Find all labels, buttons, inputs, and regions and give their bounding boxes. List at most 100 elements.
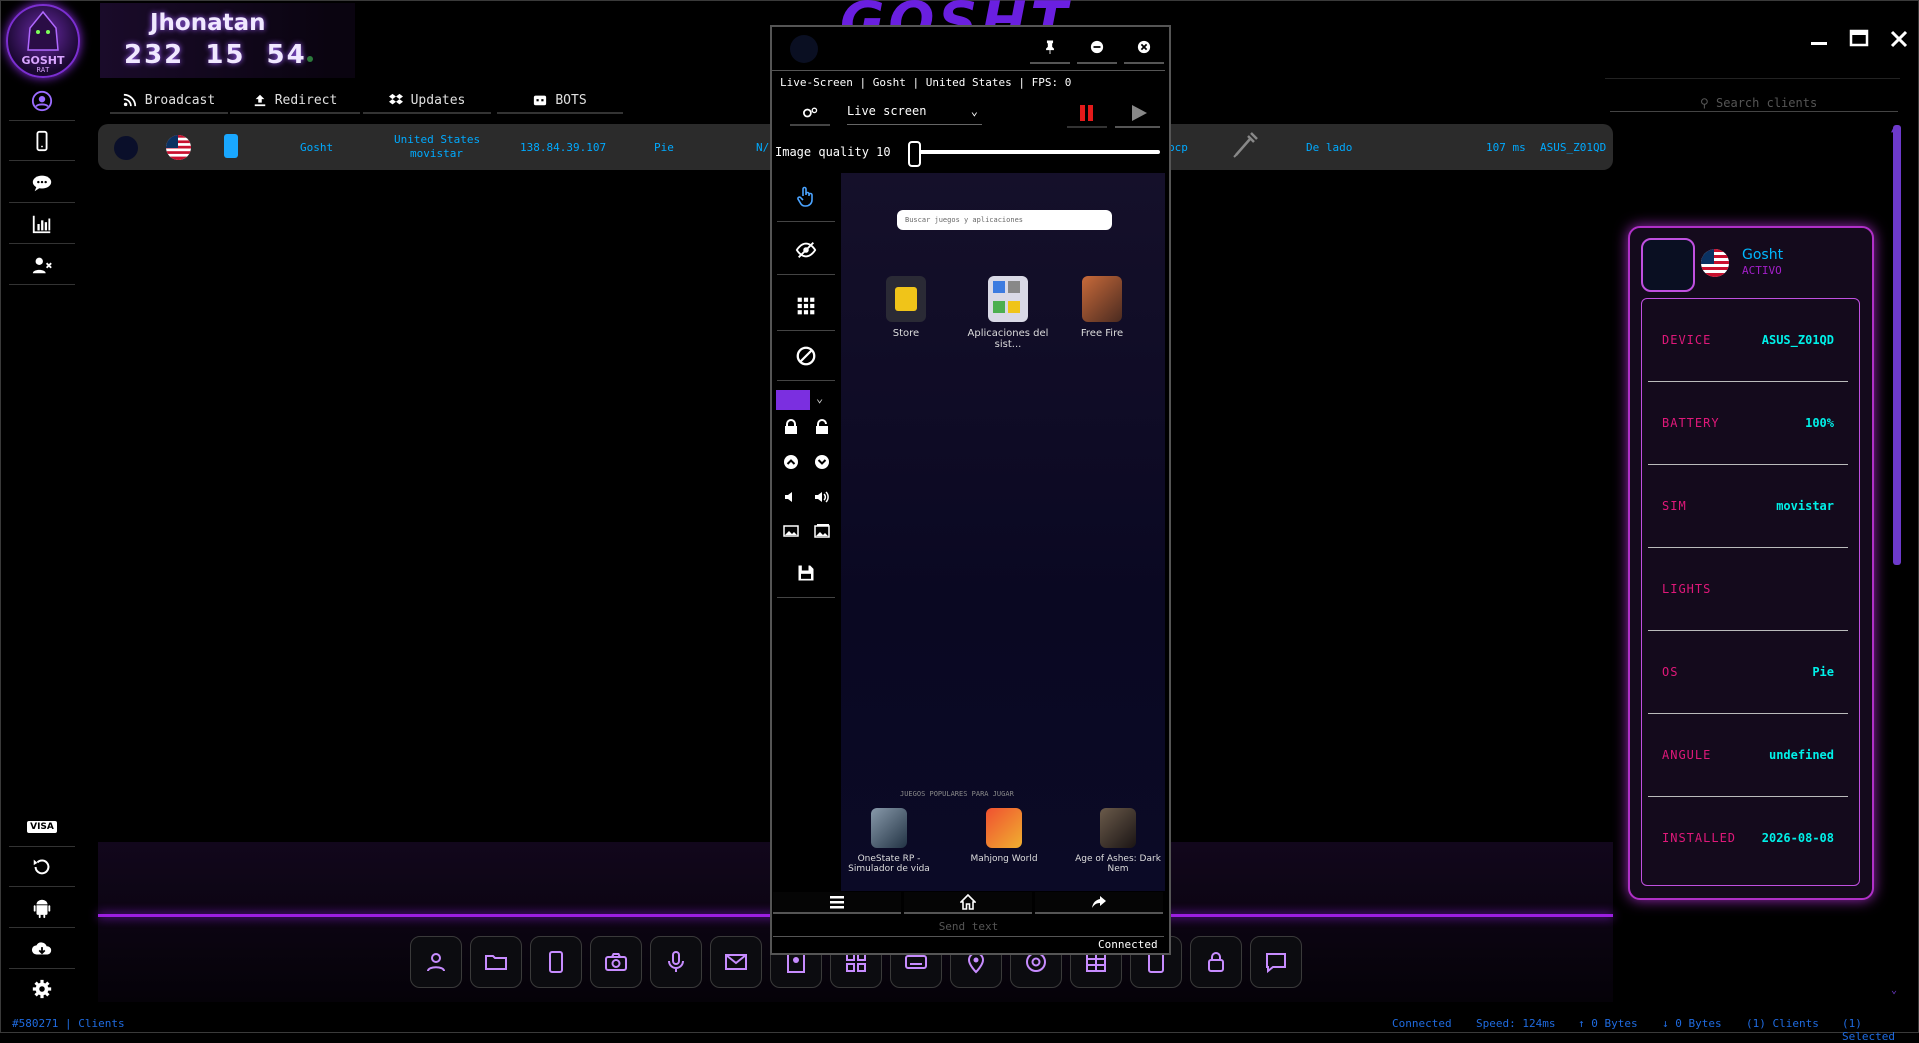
pause-button[interactable] [1067,100,1107,128]
app-age-of-ashes[interactable]: Age of Ashes: Dark Nem [1072,808,1164,874]
search-input[interactable]: ⚲ Search clients [1700,96,1817,110]
pointer-hand-icon [797,186,813,207]
live-mode-value: Live screen [847,104,927,118]
detail-sim: SIM movistar [1648,464,1848,548]
sidebar-item-payments[interactable]: VISA [9,808,75,847]
tool-files[interactable] [470,936,522,988]
device-card-name: Gosht [1742,247,1784,263]
wallpaper-button[interactable] [778,518,804,544]
lock-icon [785,419,797,434]
tool-lock[interactable] [1190,936,1242,988]
app-label: Store [892,328,920,339]
lock-screen-button[interactable] [778,414,804,440]
close-button[interactable] [1888,28,1910,50]
hamburger-icon [830,896,844,909]
scroll-down-icon[interactable]: ⌄ [1891,985,1897,996]
hide-screen-button[interactable] [777,226,835,275]
play-button[interactable] [1115,100,1160,128]
detail-key: INSTALLED [1662,831,1737,845]
mail-icon [725,954,747,970]
tab-bots[interactable]: BOTS [497,88,623,114]
tool-microphone[interactable] [650,936,702,988]
sidebar-item-devices[interactable] [9,122,75,161]
volume-up-button[interactable] [809,484,835,510]
phone-icon [36,130,48,152]
app-onestate[interactable]: OneState RP - Simulador de vida [843,808,935,874]
sidebar-item-cloud-download[interactable] [9,930,75,969]
app-store[interactable]: Store [866,276,946,339]
chevron-up-circle-icon [784,455,798,469]
sidebar-item-settings[interactable] [9,970,75,1008]
live-connection-status: Connected [1098,938,1158,951]
mic-icon [668,951,684,972]
phone-icon [549,951,563,973]
volume-down-button[interactable] [778,484,804,510]
live-settings-button[interactable] [790,102,830,126]
image-quality-slider[interactable] [908,150,1160,154]
app-label: Mahjong World [970,854,1038,864]
live-close-button[interactable] [1124,32,1164,64]
tab-bots-label: BOTS [555,92,587,108]
block-button[interactable] [777,332,835,381]
chevron-down-icon[interactable]: ⌄ [816,391,823,405]
phone-home-button[interactable] [904,892,1032,914]
sidebar-item-android[interactable] [9,889,75,928]
live-mode-select[interactable]: Live screen ⌄ [847,104,982,125]
tab-updates[interactable]: Updates [363,88,491,114]
send-text-input[interactable]: Send text [773,918,1164,937]
tool-camera[interactable] [590,936,642,988]
scroll-down-button[interactable] [809,449,835,475]
screenshot-button[interactable] [809,518,835,544]
live-minimize-button[interactable] [1077,32,1117,64]
volume-down-icon [785,492,792,502]
tab-updates-label: Updates [410,92,466,108]
scrollbar-thumb[interactable] [1893,125,1901,565]
save-button[interactable] [777,549,835,598]
tab-redirect[interactable]: Redirect [230,88,360,114]
detail-key: SIM [1662,499,1687,513]
minimize-button[interactable] [1808,28,1830,50]
home-icon [960,894,976,910]
tab-redirect-label: Redirect [274,92,338,108]
detail-key: LIGHTS [1662,582,1712,596]
tool-device[interactable] [530,936,582,988]
app-folder-icon [988,276,1028,322]
tool-sms[interactable] [710,936,762,988]
unlock-screen-button[interactable] [809,414,835,440]
scroll-up-button[interactable] [778,449,804,475]
image-quality-slider-thumb[interactable] [908,141,921,167]
tool-user[interactable] [410,936,462,988]
detail-angule: ANGULE undefined [1648,713,1848,797]
chat-icon [32,175,52,192]
app-logo: GOSHT RAT [6,4,80,78]
upload-icon [254,94,265,107]
detail-value: movistar [1776,499,1834,513]
sidebar-item-remove-user[interactable] [9,246,75,285]
touch-control-button[interactable] [777,173,835,222]
volume-up-icon [815,491,829,503]
ban-icon [796,346,816,366]
app-system-apps[interactable]: Aplicaciones del sist... [958,276,1058,350]
gear-icon [32,979,52,999]
sidebar-item-profile[interactable] [9,82,75,121]
app-grid-button[interactable] [777,282,835,331]
pin-button[interactable] [1030,32,1070,64]
refresh-icon [33,859,50,875]
phone-search-bar[interactable]: Buscar juegos y aplicaciones [897,210,1112,230]
detail-value: ASUS_Z01QD [1761,333,1834,347]
sidebar-item-chat[interactable] [9,164,75,203]
tab-broadcast[interactable]: Broadcast [110,88,228,114]
eye-slash-icon [795,242,817,258]
client-ip: 138.84.39.107 [520,141,607,154]
app-mahjong[interactable]: Mahjong World [958,808,1050,864]
sidebar-item-refresh[interactable] [9,848,75,887]
detail-installed: INSTALLED 2026-08-08 [1648,796,1848,879]
tool-messages[interactable] [1250,936,1302,988]
color-swatch[interactable] [776,390,810,410]
phone-menu-button[interactable] [773,892,901,914]
app-free-fire[interactable]: Free Fire [1062,276,1142,339]
maximize-button[interactable] [1848,28,1870,50]
client-ping: 107 ms [1486,141,1526,154]
phone-back-button[interactable] [1035,892,1163,914]
sidebar-item-stats[interactable] [9,205,75,244]
